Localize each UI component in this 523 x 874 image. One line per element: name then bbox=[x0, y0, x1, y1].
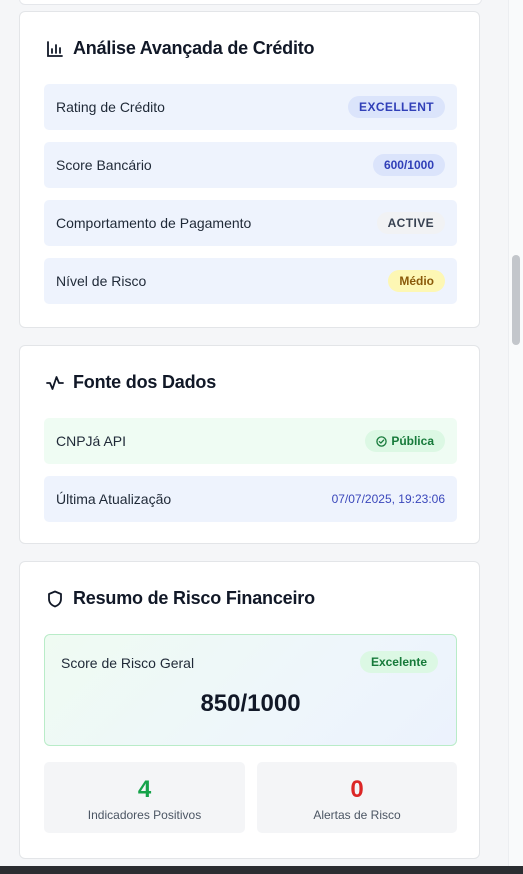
credit-rating-label: Rating de Crédito bbox=[56, 99, 165, 115]
api-public-badge-text: Pública bbox=[391, 434, 434, 448]
payment-behavior-label: Comportamento de Pagamento bbox=[56, 215, 252, 231]
api-source-label: CNPJá API bbox=[56, 433, 127, 449]
data-source-title: Fonte dos Dados bbox=[46, 372, 216, 393]
shield-icon bbox=[46, 590, 64, 608]
payment-behavior-badge: ACTIVE bbox=[376, 212, 445, 234]
positive-indicators-count: 4 bbox=[137, 776, 152, 803]
overall-risk-score-value: 850/1000 bbox=[200, 690, 301, 717]
previous-card-bottom bbox=[19, 0, 482, 5]
credit-rating-badge: EXCELLENT bbox=[348, 96, 445, 118]
credit-analysis-title-text: Análise Avançada de Crédito bbox=[73, 38, 315, 58]
bank-score-row: Score Bancário 600/1000 bbox=[44, 142, 457, 188]
overall-risk-score-box: Score de Risco Geral Excelente 850/1000 bbox=[44, 634, 457, 746]
risk-summary-card: Resumo de Risco Financeiro Score de Risc… bbox=[19, 561, 480, 859]
overall-risk-score-label: Score de Risco Geral bbox=[61, 655, 195, 671]
data-source-card: Fonte dos Dados CNPJá API Pública Última… bbox=[19, 345, 480, 544]
bottom-edge bbox=[0, 866, 523, 874]
api-public-badge: Pública bbox=[365, 430, 445, 452]
last-update-row: Última Atualização 07/07/2025, 19:23:06 bbox=[44, 476, 457, 522]
bar-chart-icon bbox=[46, 40, 64, 58]
api-source-row: CNPJá API Pública bbox=[44, 418, 457, 464]
risk-alerts-stat: 0 Alertas de Risco bbox=[257, 762, 457, 833]
overall-risk-score-badge: Excelente bbox=[359, 651, 438, 673]
scrollbar-thumb[interactable] bbox=[512, 255, 520, 345]
bank-score-badge: 600/1000 bbox=[372, 154, 445, 176]
scrollbar-track[interactable] bbox=[508, 0, 523, 874]
risk-summary-title-text: Resumo de Risco Financeiro bbox=[73, 588, 315, 608]
activity-icon bbox=[46, 374, 64, 392]
data-source-title-text: Fonte dos Dados bbox=[73, 372, 217, 392]
credit-analysis-card: Análise Avançada de Crédito Rating de Cr… bbox=[19, 11, 480, 328]
credit-analysis-title: Análise Avançada de Crédito bbox=[46, 38, 315, 59]
check-circle-icon bbox=[376, 435, 388, 447]
bank-score-label: Score Bancário bbox=[56, 157, 152, 173]
risk-level-badge: Médio bbox=[388, 270, 445, 292]
positive-indicators-label: Indicadores Positivos bbox=[87, 808, 202, 822]
credit-rating-row: Rating de Crédito EXCELLENT bbox=[44, 84, 457, 130]
payment-behavior-row: Comportamento de Pagamento ACTIVE bbox=[44, 200, 457, 246]
positive-indicators-stat: 4 Indicadores Positivos bbox=[44, 762, 245, 833]
risk-level-label: Nível de Risco bbox=[56, 273, 147, 289]
risk-alerts-label: Alertas de Risco bbox=[313, 808, 401, 822]
risk-alerts-count: 0 bbox=[350, 776, 364, 803]
last-update-value: 07/07/2025, 19:23:06 bbox=[331, 492, 445, 506]
risk-level-row: Nível de Risco Médio bbox=[44, 258, 457, 304]
risk-summary-title: Resumo de Risco Financeiro bbox=[46, 588, 315, 609]
last-update-label: Última Atualização bbox=[56, 491, 172, 507]
